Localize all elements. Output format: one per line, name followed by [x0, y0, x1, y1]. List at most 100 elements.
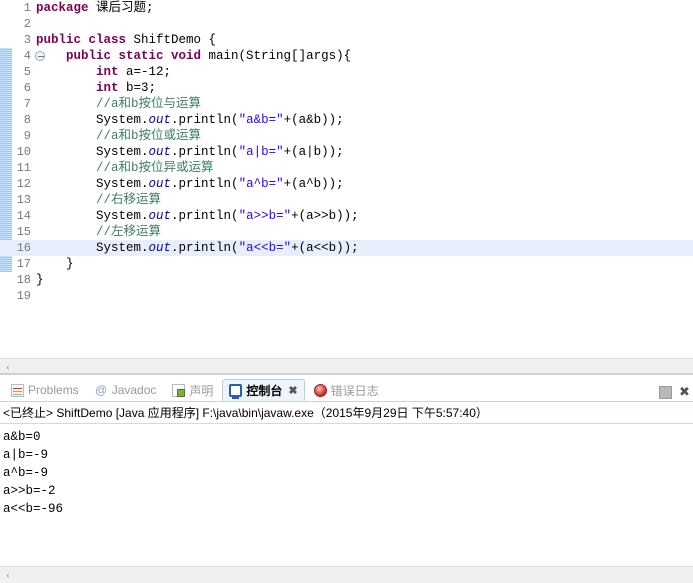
tab-label: 错误日志 — [330, 383, 379, 398]
line-number: 16 — [16, 241, 31, 255]
code-line[interactable]: 15 //左移运算 — [0, 224, 693, 240]
code-line[interactable]: 16 System.out.println("a<<b="+(a<<b)); — [0, 240, 693, 256]
code-token-pln: .println( — [171, 113, 239, 127]
line-number: 2 — [23, 17, 31, 31]
code-token-pln: System. — [36, 241, 149, 255]
view-tab-bar[interactable]: Problems @ Javadoc 声明 控制台 ✖ 错误日志 ✖ — [0, 376, 693, 402]
editor-console-divider[interactable] — [0, 373, 693, 375]
code-line-text: System.out.println("a<<b="+(a<<b)); — [36, 240, 359, 256]
line-number: 13 — [16, 193, 31, 207]
javadoc-icon: @ — [95, 382, 108, 397]
console-output[interactable]: a&b=0 a|b=-9 a^b=-9 a>>b=-2 a<<b=-96 — [0, 424, 693, 562]
code-line[interactable]: 1 package 课后习题; — [0, 0, 693, 16]
line-number: 8 — [23, 113, 31, 127]
code-line[interactable]: 2 — [0, 16, 693, 32]
code-line-text: int a=-12; — [36, 64, 171, 80]
line-number: 9 — [23, 129, 31, 143]
code-token-fld: out — [148, 209, 172, 223]
code-line-text: System.out.println("a>>b="+(a>>b)); — [36, 208, 359, 224]
code-line[interactable]: 17 } — [0, 256, 693, 272]
line-number: 19 — [16, 289, 31, 303]
code-token-kw: public static void — [66, 49, 202, 63]
line-number: 12 — [16, 177, 31, 191]
code-line-text: //右移运算 — [36, 192, 161, 208]
editor-horizontal-scrollbar[interactable]: ‹ — [0, 358, 693, 374]
code-line[interactable]: 13 //右移运算 — [0, 192, 693, 208]
code-line-text: package 课后习题; — [36, 0, 154, 16]
stop-button[interactable] — [659, 386, 672, 399]
code-token-pln: .println( — [171, 209, 239, 223]
code-line-text: } — [36, 272, 44, 288]
console-scroll-left-arrow-icon[interactable]: ‹ — [0, 567, 16, 583]
code-line[interactable]: 18} — [0, 272, 693, 288]
code-token-pln: main(String[]args){ — [201, 49, 352, 63]
tab-close-icon[interactable]: ✖ — [288, 384, 297, 397]
code-line[interactable]: 11 //a和b按位异或运算 — [0, 160, 693, 176]
editor-scroll-track[interactable] — [16, 358, 693, 374]
tab-console[interactable]: 控制台 ✖ — [222, 379, 305, 401]
java-source-editor[interactable]: 1 package 课后习题; 2 3 public class ShiftDemo {… — [0, 0, 693, 374]
code-token-pln: a=-12; — [118, 65, 172, 79]
code-token-cmt: //a和b按位或运算 — [36, 129, 202, 143]
line-number: 1 — [23, 1, 31, 15]
code-token-fld: out — [148, 241, 172, 255]
code-line[interactable]: 5 int a=-12; — [0, 64, 693, 80]
code-token-pln: System. — [36, 113, 149, 127]
code-line-text: //左移运算 — [36, 224, 161, 240]
code-line[interactable]: 12 System.out.println("a^b="+(a^b)); — [0, 176, 693, 192]
view-toolbar[interactable]: ✖ — [659, 385, 691, 399]
code-token-str: "a|b=" — [238, 145, 284, 159]
line-number: 15 — [16, 225, 31, 239]
tab-declaration[interactable]: 声明 — [165, 379, 220, 401]
code-token-pln: .println( — [171, 177, 239, 191]
code-token-str: "a<<b=" — [238, 241, 292, 255]
code-line[interactable]: 14 System.out.println("a>>b="+(a>>b)); — [0, 208, 693, 224]
code-token-pln: System. — [36, 145, 149, 159]
close-view-icon[interactable]: ✖ — [678, 385, 691, 399]
problems-icon — [11, 383, 24, 397]
code-line-text: //a和b按位异或运算 — [36, 160, 214, 176]
code-line-text: public static void main(String[]args){ — [36, 48, 351, 64]
tab-problems[interactable]: Problems — [4, 379, 86, 401]
code-line-text: //a和b按位与运算 — [36, 96, 201, 112]
line-number: 6 — [23, 81, 31, 95]
code-line-text: System.out.println("a&b="+(a&b)); — [36, 112, 344, 128]
code-line[interactable]: 19 — [0, 288, 693, 304]
console-output-line: a^b=-9 — [3, 466, 49, 480]
tab-label: 控制台 — [246, 383, 283, 398]
code-line[interactable]: 9 //a和b按位或运算 — [0, 128, 693, 144]
code-line-text: } — [36, 256, 74, 272]
code-line-text: int b=3; — [36, 80, 156, 96]
code-token-cmt: //右移运算 — [36, 193, 162, 207]
tab-label: 声明 — [189, 383, 214, 398]
code-token-pln: .println( — [171, 145, 239, 159]
console-output-line: a>>b=-2 — [3, 484, 56, 498]
code-line[interactable]: 6 int b=3; — [0, 80, 693, 96]
code-line[interactable]: 10 System.out.println("a|b="+(a|b)); — [0, 144, 693, 160]
line-number: 14 — [16, 209, 31, 223]
declaration-icon — [172, 383, 186, 397]
code-token-pln: ShiftDemo { — [126, 33, 217, 47]
code-token-str: "a>>b=" — [238, 209, 292, 223]
code-line[interactable]: 4 public static void main(String[]args){ — [0, 48, 693, 64]
scroll-left-arrow-icon[interactable]: ‹ — [0, 359, 16, 375]
code-token-pln: +(a|b)); — [283, 145, 344, 159]
code-token-pln: +(a&b)); — [283, 113, 344, 127]
code-token-kw: public class — [36, 33, 127, 47]
code-token-pln: } — [36, 257, 74, 271]
code-line[interactable]: 7 //a和b按位与运算 — [0, 96, 693, 112]
tab-error-log[interactable]: 错误日志 — [307, 379, 386, 401]
code-line[interactable]: 3 public class ShiftDemo { — [0, 32, 693, 48]
console-view: Problems @ Javadoc 声明 控制台 ✖ 错误日志 ✖ <已终止> Shift… — [0, 376, 693, 583]
code-token-pln: 课后习题; — [88, 1, 154, 15]
console-horizontal-scrollbar[interactable]: ‹ — [0, 566, 693, 583]
line-number: 7 — [23, 97, 31, 111]
line-number: 3 — [23, 33, 31, 47]
code-token-str: "a^b=" — [238, 177, 284, 191]
code-token-cmt: //左移运算 — [36, 225, 162, 239]
code-line[interactable]: 8 System.out.println("a&b="+(a&b)); — [0, 112, 693, 128]
code-area[interactable]: 1 package 课后习题; 2 3 public class ShiftDemo {… — [0, 0, 693, 304]
tab-javadoc[interactable]: @ Javadoc — [88, 379, 164, 401]
console-output-line: a|b=-9 — [3, 448, 49, 462]
code-token-pln: +(a^b)); — [283, 177, 344, 191]
